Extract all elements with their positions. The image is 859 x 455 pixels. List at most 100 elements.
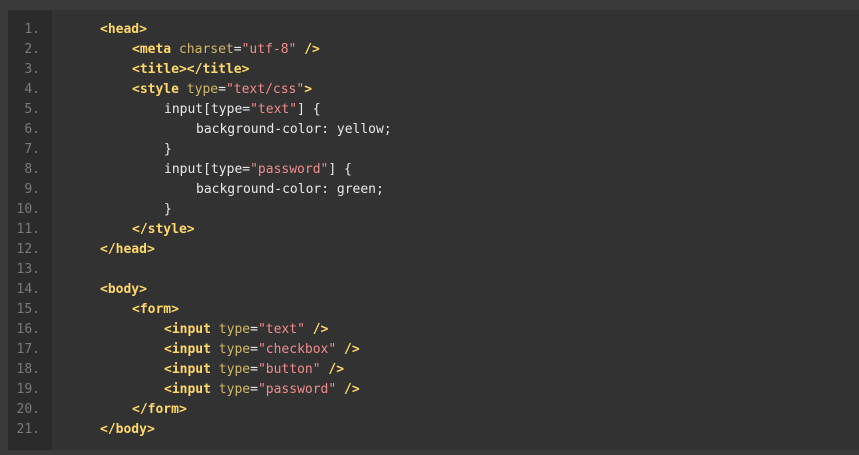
code-token: <title></title> [132, 62, 250, 77]
line-number: 4. [24, 82, 40, 97]
code-line: 1. <head> [8, 20, 859, 40]
code-token: type [218, 382, 251, 397]
code-token: ] { [297, 102, 321, 117]
code-token: </body> [100, 422, 155, 437]
code-line: 21. </body> [8, 420, 859, 440]
code-text: <style type="text/css"> [132, 80, 312, 100]
code-line: 2. <meta charset="utf-8" /> [8, 40, 859, 60]
code-token: "checkbox" [257, 342, 337, 357]
code-line: 14. <body> [8, 280, 859, 300]
code-token: <input [164, 382, 219, 397]
code-text: </head> [100, 240, 155, 260]
code-text: <input type="password" /> [164, 380, 360, 400]
code-text: </style> [132, 220, 195, 240]
code-line: 3. <title></title> [8, 60, 859, 80]
code-token: charset [178, 42, 234, 57]
code-text: background-color: green; [196, 180, 384, 200]
code-line: 5. input[type="text"] { [8, 100, 859, 120]
code-line: 8. input[type="password"] { [8, 160, 859, 180]
code-line: 17. <input type="checkbox" /> [8, 340, 859, 360]
code-viewer[interactable]: 1. <head> 2. <meta charset="utf-8" /> 3. <tit… [8, 10, 859, 450]
code-line: 6. background-color: yellow; [8, 120, 859, 140]
code-token: /> [320, 362, 345, 377]
code-line: 18. <input type="button" /> [8, 360, 859, 380]
code-text: <form> [132, 300, 179, 320]
line-number: 14. [16, 282, 40, 297]
code-line: 7.} [8, 140, 859, 160]
code-line: 11. </style> [8, 220, 859, 240]
code-token: type [218, 362, 251, 377]
code-text: <input type="checkbox" /> [164, 340, 360, 360]
line-number: 2. [24, 42, 40, 57]
line-number: 16. [16, 322, 40, 337]
code-token: = [233, 42, 242, 57]
code-token: input[type= [164, 162, 251, 177]
code-text: background-color: yellow; [196, 120, 392, 140]
code-token: = [218, 82, 226, 97]
code-token: </style> [132, 222, 195, 237]
code-text: <head> [100, 20, 147, 40]
code-token: background-color: green; [196, 182, 384, 197]
code-text: </form> [132, 400, 187, 420]
code-token: input[type= [164, 102, 251, 117]
code-line: 13. [8, 260, 859, 280]
line-number: 11. [16, 222, 40, 237]
line-number: 19. [16, 382, 40, 397]
line-number: 17. [16, 342, 40, 357]
code-token: <head> [100, 22, 147, 37]
code-token: "text" [250, 102, 298, 117]
code-text: </body> [100, 420, 155, 440]
code-token: <input [164, 322, 219, 337]
code-text: <input type="button" /> [164, 360, 344, 380]
line-number: 5. [24, 102, 40, 117]
code-token: type [218, 322, 251, 337]
line-number: 8. [24, 162, 40, 177]
code-line: 20. </form> [8, 400, 859, 420]
code-token: "text" [257, 322, 305, 337]
line-number: 3. [24, 62, 40, 77]
code-token: /> [336, 342, 360, 357]
code-text: <meta charset="utf-8" /> [132, 40, 320, 60]
code-token: <form> [132, 302, 179, 317]
code-text: input[type="password"] { [164, 160, 352, 180]
line-number: 9. [24, 182, 40, 197]
line-number: 13. [16, 262, 40, 277]
code-token: </form> [132, 402, 187, 417]
code-token: "utf-8" [241, 42, 297, 57]
code-token: background-color: yellow; [196, 122, 392, 137]
code-token: = [250, 322, 258, 337]
code-token: <input [164, 342, 219, 357]
code-token: <style [132, 82, 187, 97]
code-token: <meta [132, 42, 179, 57]
code-token: /> [304, 322, 329, 337]
code-line: 12. </head> [8, 240, 859, 260]
code-token: "button" [257, 362, 321, 377]
code-token: } [164, 142, 172, 157]
line-number: 10. [16, 202, 40, 217]
code-text: } [164, 200, 172, 220]
code-token: = [250, 362, 258, 377]
code-token: <input [164, 362, 219, 377]
code-token: = [250, 382, 258, 397]
code-text: <title></title> [132, 60, 249, 80]
line-number: 15. [16, 302, 40, 317]
code-line: 9. background-color: green; [8, 180, 859, 200]
code-token: /> [336, 382, 360, 397]
code-text: input[type="text"] { [164, 100, 321, 120]
line-number: 20. [16, 402, 40, 417]
code-token: = [250, 342, 258, 357]
code-line: 15. <form> [8, 300, 859, 320]
code-token: "password" [257, 382, 337, 397]
code-token: "text/css" [225, 82, 305, 97]
code-token: "password" [250, 162, 329, 177]
code-token: <body> [100, 282, 147, 297]
code-line: 10.} [8, 200, 859, 220]
code-token: ] { [328, 162, 352, 177]
code-text: <input type="text" /> [164, 320, 328, 340]
code-line: 16. <input type="text" /> [8, 320, 859, 340]
line-number: 21. [16, 422, 40, 437]
code-line: 4. <style type="text/css"> [8, 80, 859, 100]
line-number: 7. [24, 142, 40, 157]
line-number: 6. [24, 122, 40, 137]
code-token: type [218, 342, 251, 357]
